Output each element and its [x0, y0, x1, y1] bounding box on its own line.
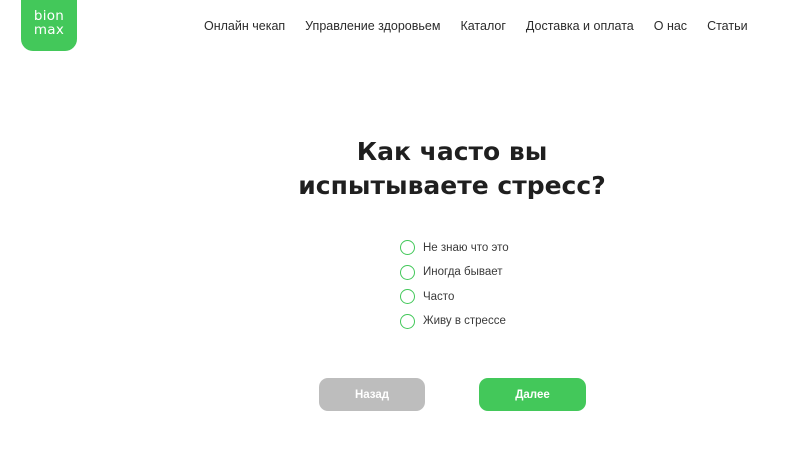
quiz-question: Как часто вы испытываете стресс? [298, 137, 606, 200]
answer-option-label: Иногда бывает [423, 266, 503, 278]
answer-option-label: Часто [423, 290, 455, 303]
radio-button[interactable] [400, 240, 415, 255]
radio-button[interactable] [400, 313, 415, 329]
nav-item-about[interactable]: О нас [654, 19, 687, 33]
answer-option[interactable]: Живу в стрессе [400, 313, 509, 330]
quiz-question-wrapper: Как часто вы испытываете стресс? [0, 135, 800, 203]
nav-item-health-management[interactable]: Управление здоровьем [305, 19, 440, 33]
answer-option[interactable]: Иногда бывает [400, 264, 509, 281]
logo-text-line2: max [33, 22, 65, 38]
radio-button[interactable] [400, 264, 415, 280]
back-button[interactable]: Назад [319, 378, 425, 411]
logo-text-line1: bion [33, 8, 65, 24]
nav-item-delivery-payment[interactable]: Доставка и оплата [526, 19, 634, 33]
nav-item-articles[interactable]: Статьи [707, 19, 748, 33]
nav-item-online-checkup[interactable]: Онлайн чекап [204, 19, 285, 33]
next-button[interactable]: Далее [479, 378, 586, 411]
answer-options: Не знаю что это Иногда бывает Часто Живу… [400, 239, 509, 337]
nav-item-catalog[interactable]: Каталог [460, 19, 505, 33]
answer-option[interactable]: Часто [400, 288, 509, 305]
bionmax-logo[interactable]: bion max [21, 0, 77, 51]
answer-option-label: Не знаю что это [423, 241, 509, 254]
radio-button[interactable] [400, 289, 415, 304]
page: bion max Онлайн чекап Управление здоровь… [0, 0, 800, 463]
answer-option[interactable]: Не знаю что это [400, 239, 509, 256]
main-nav: Онлайн чекап Управление здоровьем Катало… [204, 18, 748, 34]
answer-option-label: Живу в стрессе [423, 315, 506, 327]
